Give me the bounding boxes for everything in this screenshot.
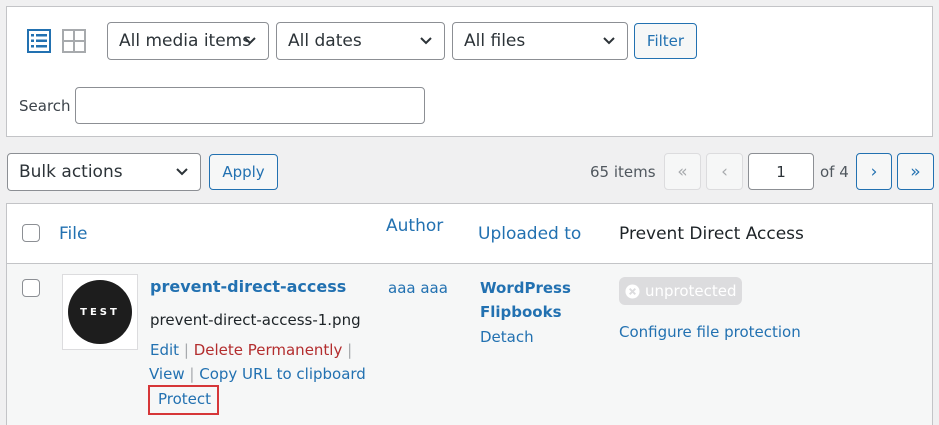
chevron-down-icon [244,37,256,45]
status-badge-text: unprotected [645,282,737,300]
row-actions-line2: View | Copy URL to clipboard [149,365,366,383]
first-page-button[interactable]: « [664,153,701,190]
grid-view-icon[interactable] [62,29,86,53]
detach-link[interactable]: Detach [480,328,534,346]
current-page-input[interactable] [748,153,814,190]
total-pages: of 4 [820,163,849,181]
media-filename: prevent-direct-access-1.png [150,311,361,329]
media-type-select[interactable]: All media items [107,22,269,60]
media-type-value: All media items [119,31,252,51]
uploaded-to-link-line1[interactable]: WordPress [480,279,571,297]
date-select[interactable]: All dates [276,22,445,60]
close-circle-icon [625,283,640,299]
table-row [7,264,932,425]
media-title-link[interactable]: prevent-direct-access [150,277,346,296]
date-value: All dates [288,31,362,51]
uploaded-to-link-line2[interactable]: Flipbooks [480,303,562,321]
chevron-down-icon [603,37,615,45]
items-count: 65 items [590,163,656,181]
copy-url-link[interactable]: Copy URL to clipboard [199,365,366,383]
thumbnail-text: TEST [80,306,120,318]
row-checkbox[interactable] [22,279,40,297]
prev-page-button[interactable]: ‹ [706,153,743,190]
protect-link[interactable]: Protect [158,390,211,408]
filter-button[interactable]: Filter [634,23,697,59]
separator: | [183,341,189,359]
bulk-actions-value: Bulk actions [19,162,123,182]
view-link[interactable]: View [149,365,185,383]
select-all-checkbox[interactable] [22,224,40,242]
media-thumbnail[interactable]: TEST [62,274,138,350]
apply-button[interactable]: Apply [209,154,278,190]
files-value: All files [464,31,526,51]
chevron-down-icon [176,168,188,176]
column-author[interactable]: Author [386,216,443,236]
row-actions-line1: Edit | Delete Permanently | [150,341,352,359]
edit-link[interactable]: Edit [150,341,179,359]
last-page-button[interactable]: » [897,153,934,190]
column-uploaded-to[interactable]: Uploaded to [478,224,581,244]
search-label: Search [19,97,71,115]
chevron-down-icon [420,37,432,45]
author-link[interactable]: aaa aaa [388,279,448,297]
status-badge: unprotected [619,277,742,305]
delete-permanently-link[interactable]: Delete Permanently [194,341,343,359]
files-select[interactable]: All files [452,22,628,60]
column-prevent-direct-access: Prevent Direct Access [619,224,804,244]
list-view-icon[interactable] [27,29,51,53]
column-file[interactable]: File [59,224,87,244]
search-input[interactable] [75,87,425,124]
bulk-actions-select[interactable]: Bulk actions [7,153,201,191]
separator: | [189,365,195,383]
configure-file-protection-link[interactable]: Configure file protection [619,323,801,341]
separator: | [347,341,353,359]
next-page-button[interactable]: › [856,153,892,190]
